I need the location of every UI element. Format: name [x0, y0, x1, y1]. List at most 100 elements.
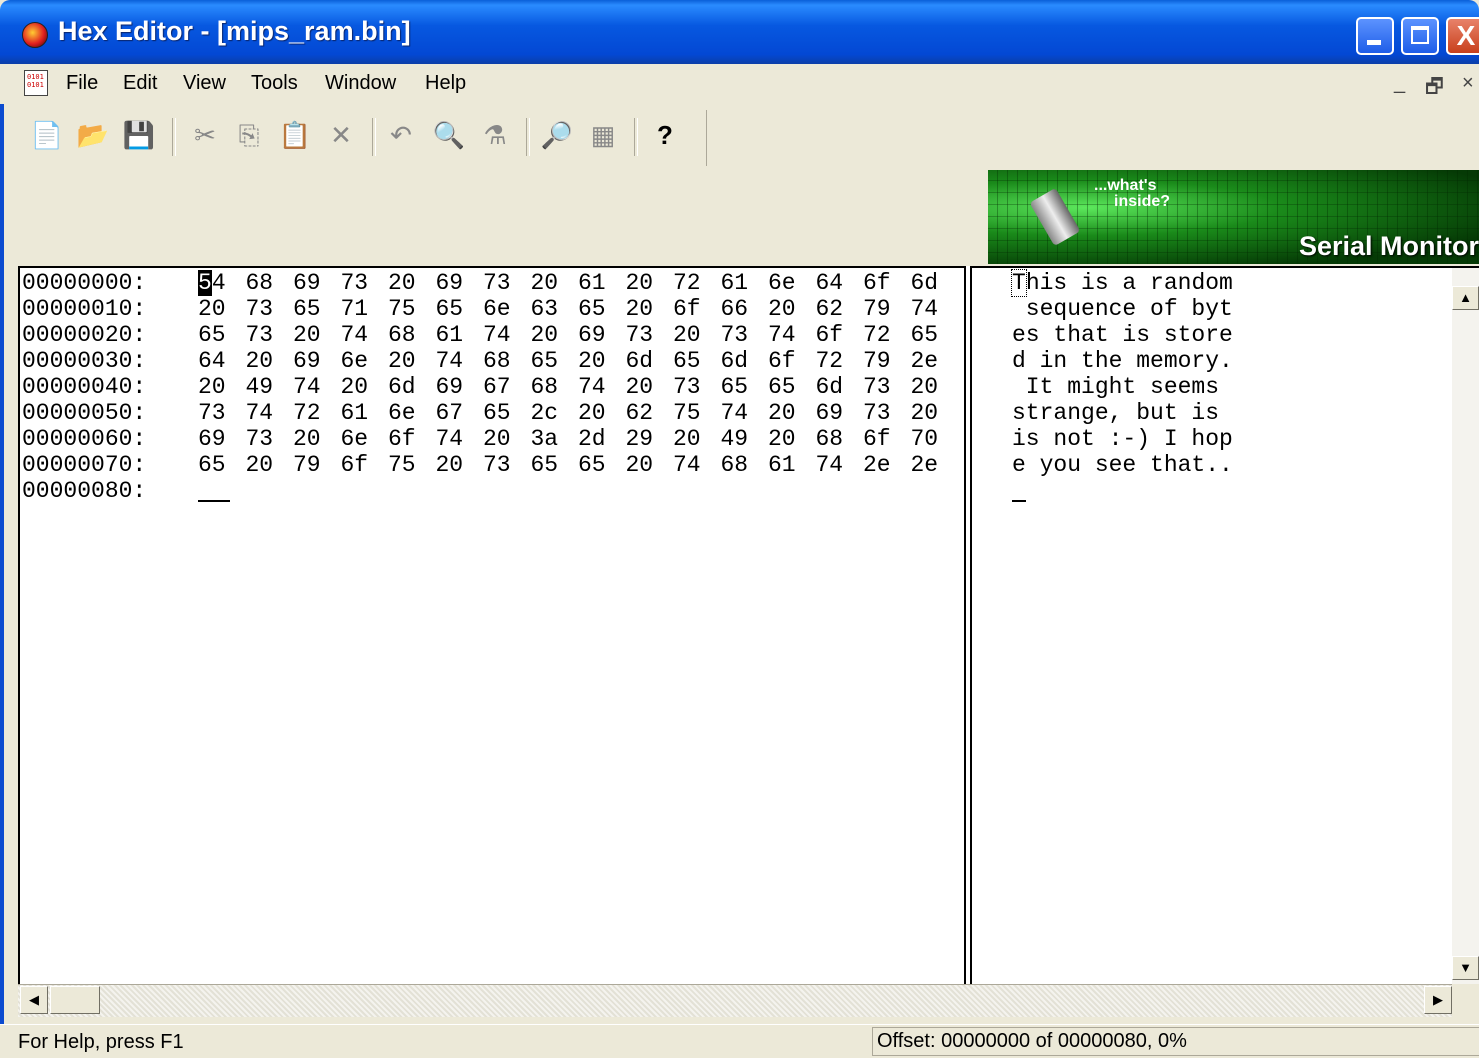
hex-byte[interactable]: 20	[341, 374, 369, 400]
hex-byte[interactable]: 6e	[388, 400, 416, 426]
hex-byte[interactable]: 69	[436, 374, 464, 400]
hex-byte[interactable]: 6e	[341, 348, 369, 374]
hex-byte[interactable]: 75	[388, 452, 416, 478]
save-icon[interactable]: 💾	[122, 118, 156, 152]
hex-byte[interactable]: 2e	[911, 452, 939, 478]
hex-byte[interactable]: 74	[436, 348, 464, 374]
hex-byte[interactable]: 20	[246, 452, 274, 478]
title-bar[interactable]: Hex Editor - [mips_ram.bin] X	[0, 0, 1479, 64]
hex-byte[interactable]: 20	[198, 374, 226, 400]
hex-byte[interactable]: 66	[721, 296, 749, 322]
cut-icon[interactable]: ✂	[188, 118, 222, 152]
hex-byte[interactable]: 79	[863, 348, 891, 374]
hex-byte[interactable]: 69	[436, 270, 464, 296]
hex-byte[interactable]: 72	[816, 348, 844, 374]
hex-byte[interactable]: 20	[768, 426, 796, 452]
scroll-down-button[interactable]: ▼	[1452, 956, 1479, 980]
hex-byte[interactable]: 73	[863, 400, 891, 426]
hex-byte[interactable]: 68	[246, 270, 274, 296]
hex-byte[interactable]: 6f	[388, 426, 416, 452]
hex-byte[interactable]: 68	[721, 452, 749, 478]
hex-byte[interactable]: 65	[721, 374, 749, 400]
hex-byte[interactable]: 6e	[483, 296, 511, 322]
hex-byte[interactable]: 20	[388, 348, 416, 374]
scroll-up-button[interactable]: ▲	[1452, 286, 1479, 310]
hex-byte[interactable]: 73	[863, 374, 891, 400]
ascii-row[interactable]: d in the memory.	[1012, 348, 1233, 374]
hex-byte[interactable]: 68	[388, 322, 416, 348]
hex-byte[interactable]: 65	[198, 452, 226, 478]
hex-byte[interactable]: 65	[198, 322, 226, 348]
hex-byte[interactable]: 65	[293, 296, 321, 322]
hex-byte-selected[interactable]: 54	[198, 270, 226, 296]
hex-byte[interactable]: 73	[483, 452, 511, 478]
maximize-button[interactable]	[1401, 17, 1439, 55]
hex-byte[interactable]: 74	[483, 322, 511, 348]
hex-byte[interactable]: 2c	[531, 400, 559, 426]
hex-byte[interactable]: 73	[198, 400, 226, 426]
ascii-row[interactable]: strange, but is	[1012, 400, 1233, 426]
app-icon[interactable]	[22, 22, 48, 48]
mdi-minimize-button[interactable]: _	[1394, 72, 1405, 95]
ascii-row[interactable]: This is a random	[1011, 269, 1233, 297]
hex-byte[interactable]: 74	[341, 322, 369, 348]
hex-byte[interactable]: 64	[198, 348, 226, 374]
hex-byte[interactable]: 72	[293, 400, 321, 426]
hex-byte[interactable]: 61	[341, 400, 369, 426]
hex-byte[interactable]: 20	[198, 296, 226, 322]
hex-byte[interactable]: 67	[483, 374, 511, 400]
hex-byte[interactable]: 20	[483, 426, 511, 452]
hex-byte[interactable]: 6d	[626, 348, 654, 374]
hex-byte[interactable]: 20	[388, 270, 416, 296]
hex-byte[interactable]: 74	[768, 322, 796, 348]
vertical-scrollbar[interactable]	[1452, 266, 1479, 984]
close-button[interactable]: X	[1446, 17, 1479, 55]
hex-byte[interactable]: 79	[863, 296, 891, 322]
hex-byte[interactable]: 6d	[816, 374, 844, 400]
hex-byte[interactable]: 20	[911, 400, 939, 426]
help-icon[interactable]: ?	[648, 118, 682, 152]
new-file-icon[interactable]: 📄	[30, 118, 64, 152]
scroll-left-button[interactable]: ◀	[20, 986, 48, 1014]
hex-byte[interactable]: 20	[626, 374, 654, 400]
hex-byte[interactable]: 79	[293, 452, 321, 478]
hex-byte[interactable]: 20	[293, 426, 321, 452]
hex-byte[interactable]: 68	[531, 374, 559, 400]
hex-byte[interactable]: 6d	[911, 270, 939, 296]
hex-byte[interactable]: 69	[198, 426, 226, 452]
hex-pane[interactable]: 00000000: 54 68 69 73 20 69 73 20 61 20 72 61 6e 64 6f 6…	[18, 266, 966, 984]
hex-byte[interactable]: 6d	[721, 348, 749, 374]
hex-byte[interactable]: 73	[246, 296, 274, 322]
hex-byte[interactable]: 29	[626, 426, 654, 452]
hex-byte[interactable]: 6e	[341, 426, 369, 452]
minimize-button[interactable]	[1356, 17, 1394, 55]
ascii-row[interactable]: e you see that..	[1012, 452, 1233, 478]
hex-byte[interactable]: 6f	[863, 270, 891, 296]
hex-byte[interactable]: 2e	[863, 452, 891, 478]
hex-byte[interactable]: 67	[436, 400, 464, 426]
mdi-restore-button[interactable]: 🗗	[1425, 72, 1444, 106]
hex-byte[interactable]: 70	[911, 426, 939, 452]
hex-byte[interactable]: 6f	[768, 348, 796, 374]
hex-byte[interactable]: 49	[246, 374, 274, 400]
serial-read-icon[interactable]: 🔎	[540, 118, 574, 152]
hex-byte[interactable]: 20	[531, 322, 559, 348]
hex-byte[interactable]: 75	[673, 400, 701, 426]
paste-icon[interactable]: 📋	[278, 118, 312, 152]
find-icon[interactable]: 🔍	[432, 118, 466, 152]
hex-byte[interactable]: 69	[293, 348, 321, 374]
hex-byte[interactable]: 3a	[531, 426, 559, 452]
hex-byte[interactable]: 68	[483, 348, 511, 374]
menu-window[interactable]: Window	[325, 72, 396, 95]
hex-byte[interactable]: 65	[531, 348, 559, 374]
hex-byte[interactable]: 49	[721, 426, 749, 452]
hex-byte[interactable]: 73	[246, 322, 274, 348]
document-icon[interactable]: 0101 0101	[24, 70, 48, 96]
ascii-pane[interactable]: This is a random sequence of byt es that …	[972, 266, 1452, 984]
hex-byte[interactable]: 74	[721, 400, 749, 426]
hex-byte[interactable]: 62	[626, 400, 654, 426]
ascii-row[interactable]: sequence of byt	[1012, 296, 1233, 322]
hex-byte[interactable]: 69	[816, 400, 844, 426]
hex-byte[interactable]: 20	[768, 400, 796, 426]
hex-byte[interactable]: 69	[578, 322, 606, 348]
